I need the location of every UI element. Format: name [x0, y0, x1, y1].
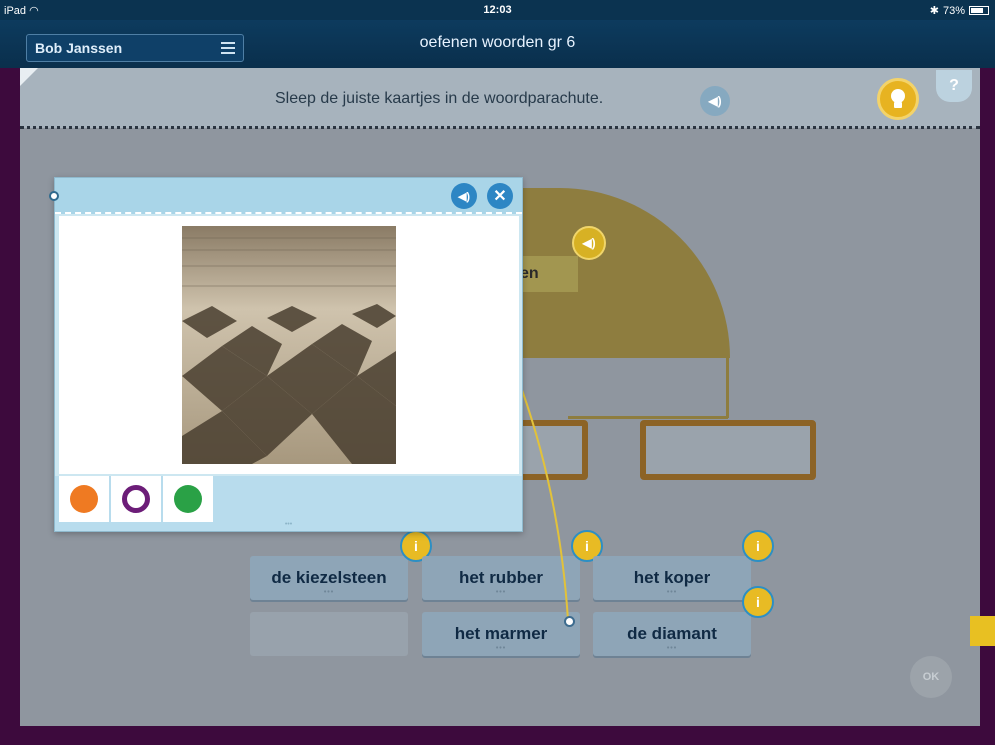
instruction-text: Sleep de juiste kaartjes in de woordpara… — [275, 90, 604, 107]
connector-handle[interactable] — [564, 616, 575, 627]
close-icon[interactable]: ✕ — [487, 183, 513, 209]
empty-card-slot — [250, 612, 408, 656]
app-bar: Bob Janssen oefenen woorden gr 6 — [0, 20, 995, 68]
battery-icon — [969, 6, 989, 15]
page-title: oefenen woorden gr 6 — [419, 34, 576, 51]
speaker-icon[interactable]: ◀) — [451, 183, 477, 209]
marble-floor-image — [182, 226, 396, 464]
info-popup: ◀) ✕ ••• — [49, 177, 523, 532]
list-icon[interactable] — [59, 476, 109, 522]
popup-pin[interactable] — [49, 191, 59, 201]
battery-percent: 73% — [942, 4, 965, 17]
help-button[interactable]: ? — [936, 70, 972, 102]
word-card[interactable]: de diamant ••• — [593, 612, 751, 656]
status-bar: iPad ◠ 12:03 ✱ 73% — [0, 0, 995, 20]
ok-button[interactable]: OK — [910, 656, 952, 698]
divider — [20, 126, 980, 129]
clock: 12:03 — [483, 4, 512, 16]
side-tab[interactable] — [970, 616, 995, 646]
bluetooth-icon: ✱ — [929, 5, 939, 17]
speaker-icon[interactable]: ◀) — [572, 226, 606, 260]
lightbulb-icon[interactable] — [877, 78, 919, 120]
popup-body — [59, 216, 519, 474]
info-icon[interactable]: i — [742, 586, 774, 618]
info-icon[interactable]: i — [742, 530, 774, 562]
parachute-rope — [726, 348, 729, 418]
parachute-bar — [568, 416, 728, 419]
word-card[interactable]: de kiezelsteen ••• — [250, 556, 408, 600]
word-card[interactable]: het koper ••• — [593, 556, 751, 600]
speech-bubble-icon[interactable] — [111, 476, 161, 522]
speaker-icon[interactable]: ◀) — [700, 86, 730, 116]
card-label: het koper — [633, 568, 711, 587]
screen-icon[interactable] — [163, 476, 213, 522]
card-label: de kiezelsteen — [271, 568, 387, 587]
popup-toolbar: ••• — [55, 476, 522, 531]
drag-handle[interactable]: ••• — [55, 521, 522, 528]
page-corner[interactable] — [20, 68, 38, 86]
card-label: de diamant — [627, 624, 717, 643]
drop-slot[interactable] — [640, 420, 816, 480]
